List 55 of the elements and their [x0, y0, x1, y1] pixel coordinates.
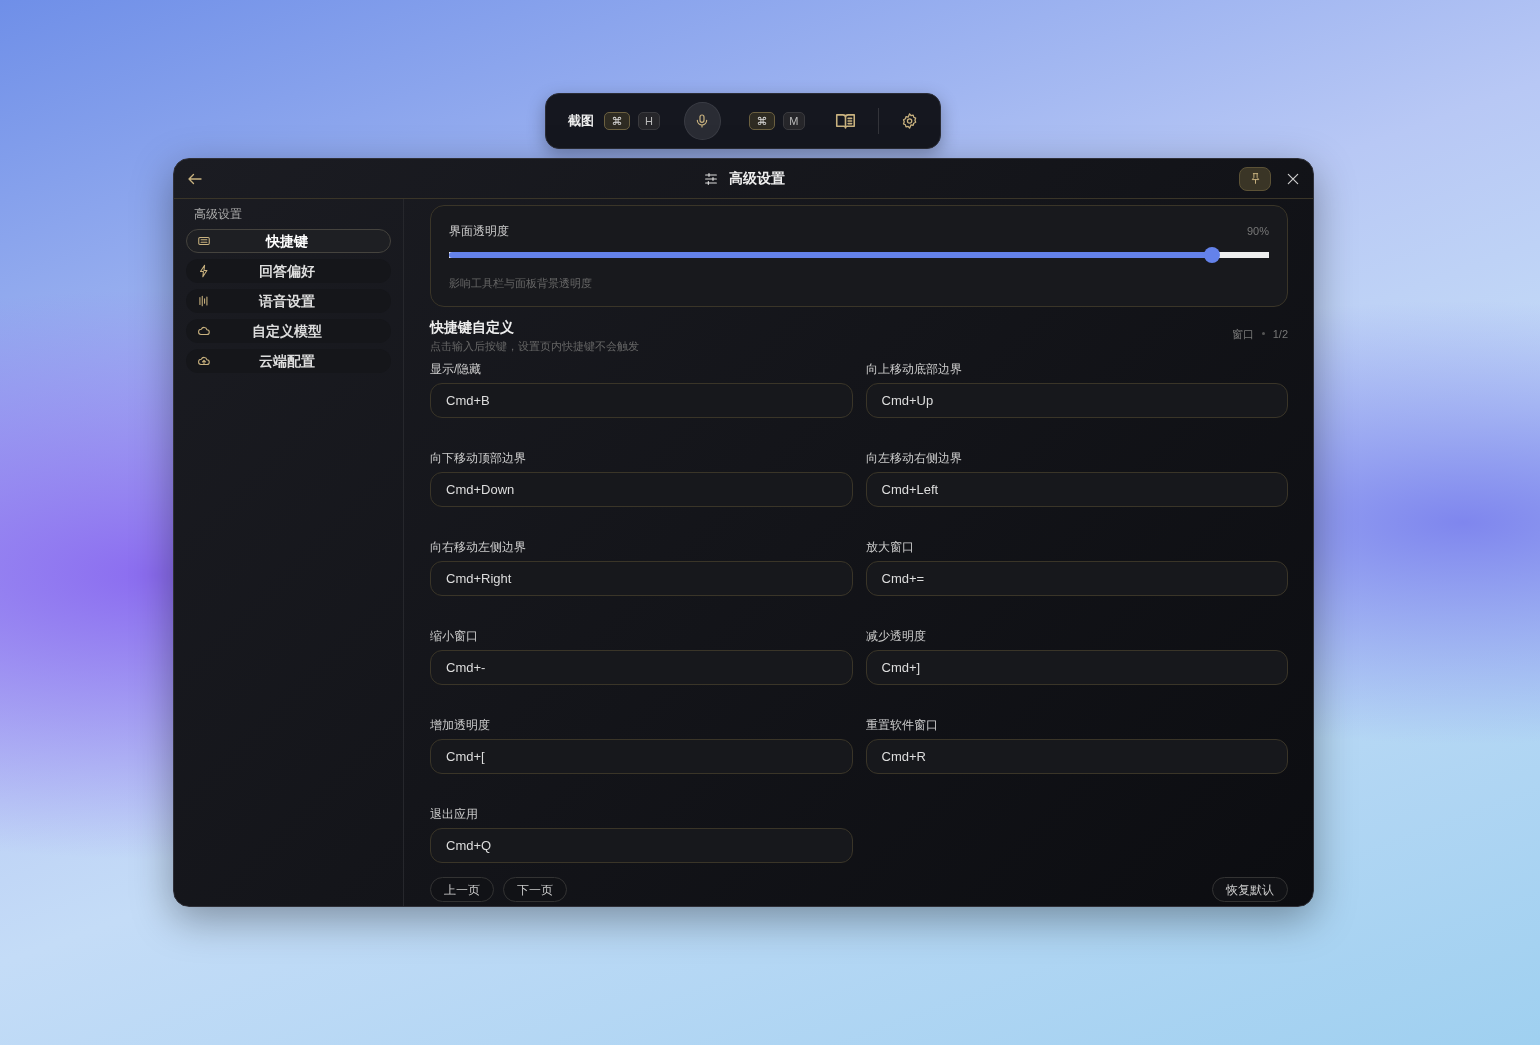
sidebar-item[interactable]: 回答偏好: [186, 259, 391, 283]
window-title: 高级设置: [728, 169, 785, 188]
field-label: 向下移动顶部边界: [430, 450, 527, 467]
sidebar-item[interactable]: 语音设置: [186, 289, 391, 313]
category-label: 窗口: [1231, 326, 1254, 342]
sidebar-heading: 高级设置: [193, 206, 243, 223]
field-label: 向上移动底部边界: [865, 361, 963, 378]
shortcut-field[interactable]: Cmd+Up: [865, 383, 1288, 418]
reset-button[interactable]: 恢复默认: [1212, 877, 1288, 902]
screenshot-label: 截图: [568, 112, 594, 131]
key-cap: H: [638, 112, 660, 130]
sidebar-item[interactable]: 云端配置: [186, 349, 391, 373]
shortcut-field[interactable]: Cmd+Q: [430, 828, 853, 863]
section-title: 快捷键自定义: [430, 317, 515, 337]
page-indicator: 1/2: [1272, 326, 1288, 342]
sliders-icon: [702, 170, 719, 187]
field-label: 缩小窗口: [430, 628, 479, 645]
shortcut-field[interactable]: Cmd+Down: [430, 472, 853, 507]
pin-button[interactable]: [1239, 166, 1271, 191]
shortcut-field[interactable]: Cmd+=: [865, 561, 1288, 596]
field-label: 放大窗口: [865, 539, 915, 556]
lightning-icon: [197, 264, 211, 278]
separator-dot: [1261, 332, 1265, 336]
field-label: 增加透明度: [430, 717, 491, 734]
shortcut-field[interactable]: Cmd+-: [430, 650, 853, 685]
field-label: 显示/隐藏: [430, 361, 483, 378]
microphone-button[interactable]: [684, 102, 721, 140]
cloud-upload-icon: [197, 354, 211, 368]
key-cap: ⌘: [748, 112, 775, 130]
key-cap: ⌘: [604, 112, 630, 130]
field-label: 重置软件窗口: [865, 717, 939, 734]
waveform-icon: [197, 294, 211, 308]
field-label: 退出应用: [430, 806, 479, 823]
shortcut-field[interactable]: Cmd+Right: [430, 561, 853, 596]
sidebar-item[interactable]: 自定义模型: [186, 319, 391, 343]
shortcut-field[interactable]: Cmd+Left: [865, 472, 1288, 507]
shortcut-field[interactable]: Cmd+]: [865, 650, 1288, 685]
shortcut-field[interactable]: Cmd+[: [430, 739, 853, 774]
section-subtitle: 点击输入后按键，设置页内快捷键不会触发: [430, 338, 639, 354]
previous-page-button[interactable]: 上一页: [430, 877, 494, 902]
next-page-button[interactable]: 下一页: [503, 877, 567, 902]
shortcut-field[interactable]: Cmd+B: [430, 383, 853, 418]
shortcut-field[interactable]: Cmd+R: [865, 739, 1288, 774]
slider-thumb[interactable]: [1203, 247, 1220, 263]
key-cap: M: [782, 112, 805, 130]
field-label: 向右移动左侧边界: [430, 539, 527, 556]
slider-value: 90%: [1246, 223, 1269, 239]
cloud-icon: [197, 324, 211, 338]
slider-label: 界面透明度: [449, 223, 509, 240]
sidebar-item[interactable]: 快捷键: [186, 229, 391, 253]
field-label: 向左移动右侧边界: [865, 450, 963, 467]
field-label: 减少透明度: [865, 628, 927, 645]
settings-icon[interactable]: [900, 112, 918, 130]
hint-text: 影响工具栏与面板背景透明度: [449, 276, 593, 291]
keyboard-icon: [197, 234, 211, 248]
